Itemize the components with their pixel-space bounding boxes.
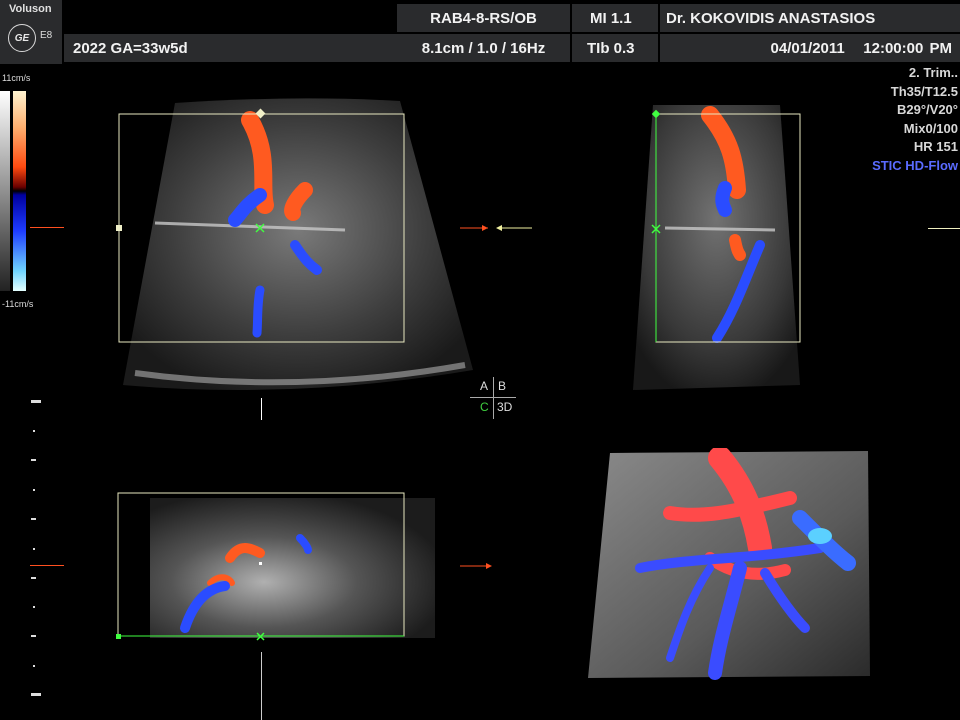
ruler-tick (33, 548, 35, 550)
mix-label: Mix0/100 (903, 120, 958, 136)
trimester-label: 2. Trim.. (908, 65, 958, 80)
brand-block: Voluson GE E8 (0, 0, 62, 64)
depth-label: 8.1cm / 1.0 / 16Hz (397, 34, 570, 62)
scan-line (261, 398, 262, 420)
ge-logo-icon: GE (8, 24, 36, 52)
arrow-marker-c (460, 563, 492, 569)
roi-handle[interactable] (116, 634, 121, 639)
probe-label: RAB4-8-RS/OB (397, 4, 570, 32)
ruler-tick (31, 635, 36, 637)
ruler-tick (31, 693, 41, 696)
time-label: 12:00:00 PM (863, 39, 952, 57)
roi-handle[interactable] (116, 225, 122, 231)
heart-rate-label: HR 151 (913, 139, 958, 154)
depth-marker-b (928, 228, 960, 229)
ruler-tick (33, 489, 35, 491)
acquisition-info: 2. Trim.. Th35/T12.5 B29°/V20° Mix0/100 … (872, 64, 958, 175)
scan-line-c (261, 652, 262, 720)
header-bar: Voluson GE E8 2022 GA=33w5d RAB4-8-RS/OB… (0, 0, 960, 64)
ruler-tick (31, 518, 36, 520)
plane-b-label[interactable]: B (498, 379, 506, 393)
tib-label: TIb 0.3 (572, 34, 658, 62)
ruler-tick (33, 665, 35, 667)
plane-c-label[interactable]: C (480, 400, 489, 414)
plane-a-label[interactable]: A (480, 379, 488, 393)
angle-label: B29°/V20° (897, 102, 958, 117)
render-3d-label[interactable]: 3D (497, 400, 512, 414)
image-panel-b[interactable] (625, 100, 825, 395)
doppler-color-scale (13, 91, 26, 291)
ruler-tick (33, 606, 35, 608)
model-name: E8 (40, 30, 53, 41)
flow-blue-vessel (715, 181, 732, 217)
image-panel-a[interactable] (95, 95, 480, 405)
operator-name: Dr. KOKOVIDIS ANASTASIOS (660, 4, 960, 32)
brand-name: Voluson (9, 3, 52, 15)
image-panel-c[interactable] (110, 488, 445, 648)
patient-ga: 2022 GA=33w5d (64, 34, 404, 62)
depth-marker (30, 227, 64, 228)
render-3d-panel[interactable] (580, 448, 875, 680)
mode-label: STIC HD-Flow (872, 157, 958, 173)
color-scale-max: 11cm/s (2, 73, 31, 83)
color-scale-min: -11cm/s (2, 299, 34, 309)
sector-b (633, 105, 800, 390)
ruler-tick (31, 577, 36, 579)
gray-scale-bar (0, 91, 10, 291)
arrow-markers-a (460, 225, 532, 231)
date-label: 04/01/2011 (770, 39, 845, 57)
thermal-label: Th35/T12.5 (890, 83, 958, 99)
depth-marker-c (30, 565, 64, 566)
mi-label: MI 1.1 (572, 4, 658, 32)
date-time: 04/01/2011 12:00:00 PM (660, 34, 960, 62)
ruler-tick (33, 430, 35, 432)
orientation-selector[interactable]: A B C 3D (470, 375, 522, 419)
ruler-tick (31, 459, 36, 461)
ruler-tick (31, 400, 41, 403)
